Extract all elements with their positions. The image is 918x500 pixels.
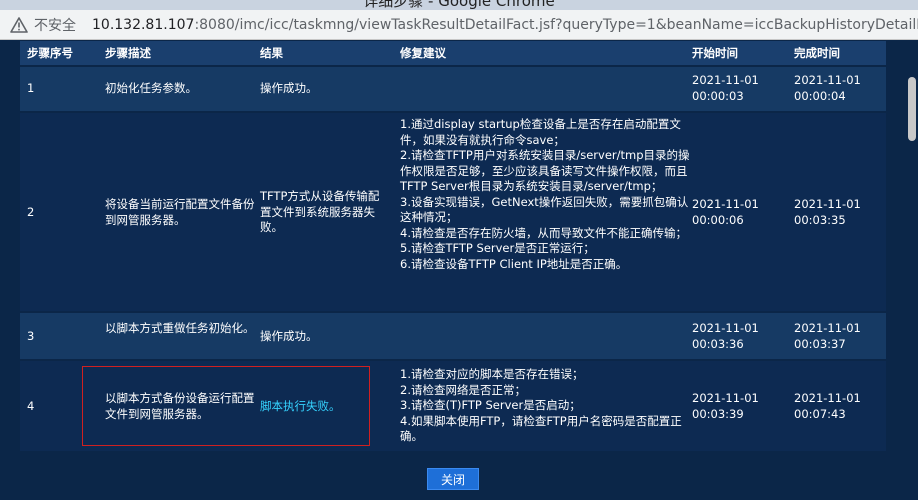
header-step: 步骤序号 [27, 46, 73, 60]
table-header: 步骤序号 步骤描述 结果 修复建议 开始时间 完成时间 [20, 41, 886, 65]
step-start-time: 2021-11-01 00:03:39 [692, 391, 759, 421]
header-description: 步骤描述 [105, 46, 151, 60]
step-number: 4 [27, 399, 35, 413]
header-advice: 修复建议 [400, 46, 446, 60]
step-start-time: 2021-11-01 00:03:36 [692, 321, 759, 351]
window-title: 详细步骤 - Google Chrome [363, 0, 555, 10]
step-advice: 1.通过display startup检查设备上是否存在启动配置文件，如果没有就… [400, 117, 690, 271]
step-description: 将设备当前运行配置文件备份到网管服务器。 [105, 197, 255, 227]
header-end-time: 完成时间 [794, 46, 840, 60]
failure-highlight-box [82, 366, 370, 446]
step-end-time: 2021-11-01 00:03:37 [794, 321, 861, 351]
url-host[interactable]: 10.132.81.107 [92, 17, 194, 33]
step-start-time: 2021-11-01 00:00:03 [692, 73, 759, 103]
header-start-time: 开始时间 [692, 46, 738, 60]
security-label[interactable]: 不安全 [34, 15, 76, 35]
step-number: 2 [27, 205, 35, 219]
step-result: TFTP方式从设备传输配置文件到系统服务器失败。 [260, 189, 380, 234]
vertical-scrollbar[interactable] [906, 41, 918, 500]
table-row[interactable]: 1 初始化任务参数。 操作成功。 2021-11-01 00:00:03 202… [20, 67, 886, 111]
address-bar[interactable]: 不安全 10.132.81.107:8080/imc/icc/taskmng/v… [0, 10, 918, 40]
scrollbar-thumb[interactable] [908, 77, 916, 141]
step-number: 3 [27, 329, 35, 343]
header-result: 结果 [260, 46, 283, 60]
table-row[interactable]: 2 将设备当前运行配置文件备份到网管服务器。 TFTP方式从设备传输配置文件到系… [20, 113, 886, 311]
step-description: 初始化任务参数。 [105, 81, 197, 95]
step-result: 操作成功。 [260, 329, 318, 343]
table-row[interactable]: 3 以脚本方式重做任务初始化。 操作成功。 2021-11-01 00:03:3… [20, 313, 886, 359]
warning-triangle-icon[interactable] [10, 16, 28, 33]
step-start-time: 2021-11-01 00:00:06 [692, 197, 759, 227]
step-end-time: 2021-11-01 00:07:43 [794, 391, 861, 421]
step-end-time: 2021-11-01 00:03:35 [794, 197, 861, 227]
step-number: 1 [27, 81, 35, 95]
step-description: 以脚本方式重做任务初始化。 [105, 321, 255, 335]
close-button[interactable]: 关闭 [427, 468, 479, 490]
window-titlebar: 详细步骤 - Google Chrome [0, 0, 918, 10]
step-end-time: 2021-11-01 00:00:04 [794, 73, 861, 103]
step-advice: 1.请检查对应的脚本是否存在错误； 2.请检查网络是否正常； 3.请检查(T)F… [400, 367, 682, 443]
step-result: 操作成功。 [260, 81, 318, 95]
url-path[interactable]: :8080/imc/icc/taskmng/viewTaskResultDeta… [194, 17, 918, 33]
